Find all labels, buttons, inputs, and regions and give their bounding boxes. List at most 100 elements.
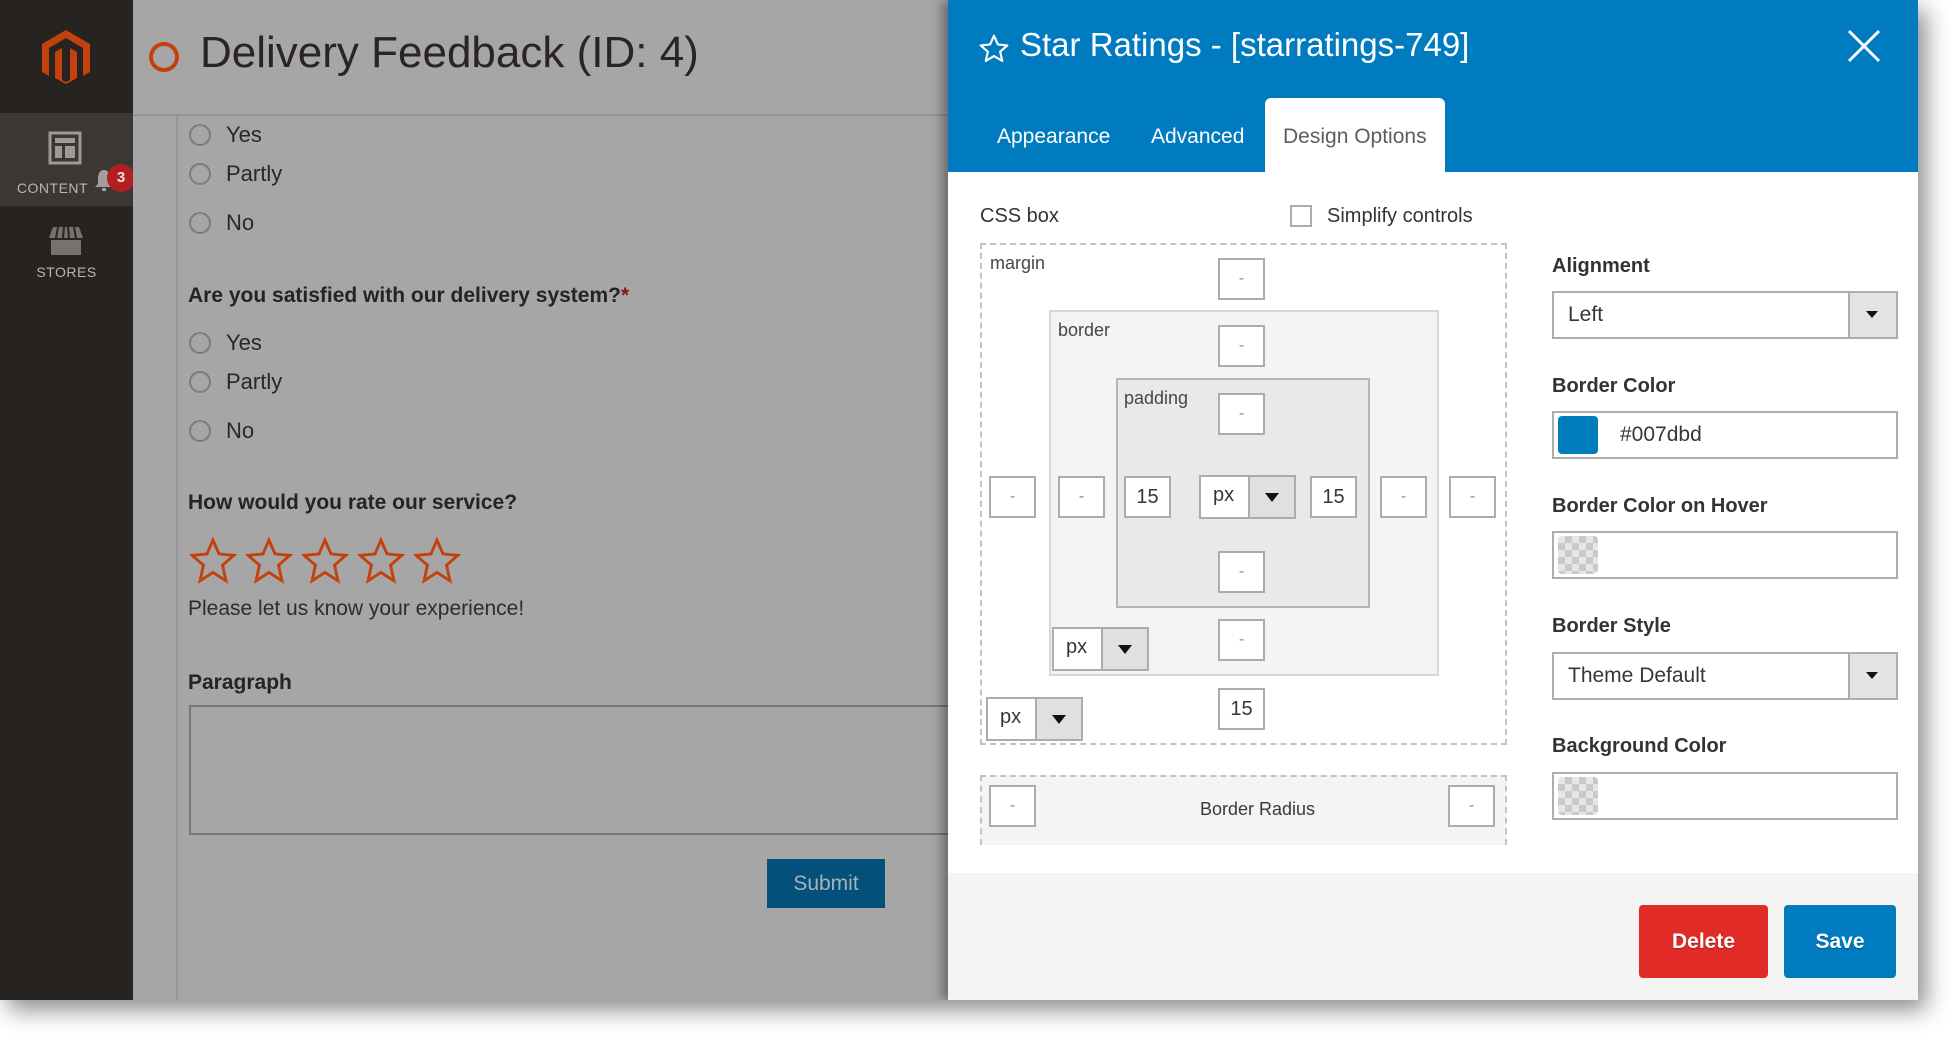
unit-value: px <box>1213 484 1235 506</box>
padding-unit-select[interactable]: px <box>1199 475 1296 519</box>
color-swatch[interactable] <box>1558 416 1598 454</box>
star-icon <box>979 34 1009 63</box>
rating-star-2[interactable] <box>244 536 294 586</box>
tab-advanced[interactable]: Advanced <box>1151 98 1244 172</box>
question-delivery-satisfaction: Are you satisfied with our delivery syst… <box>188 284 629 308</box>
border-color-label: Border Color <box>1552 375 1676 397</box>
background-color-input[interactable] <box>1552 772 1898 820</box>
chevron-down-icon <box>1265 493 1279 502</box>
radio-no[interactable] <box>189 420 211 442</box>
rating-helper-text: Please let us know your experience! <box>188 597 525 620</box>
border-radius-right-input[interactable]: - <box>1448 785 1495 827</box>
dropdown-arrow[interactable] <box>1101 629 1147 669</box>
border-style-label: Border Style <box>1552 615 1671 637</box>
radio-label: Partly <box>226 369 283 394</box>
padding-label: padding <box>1124 388 1189 408</box>
chevron-down-icon <box>1052 715 1066 724</box>
rating-star-1[interactable] <box>188 536 238 586</box>
radio-no[interactable] <box>189 212 211 234</box>
padding-left-input[interactable]: 15 <box>1124 476 1171 518</box>
border-color-hover-input[interactable] <box>1552 531 1898 579</box>
panel-title: Star Ratings - [starratings-749] <box>1020 26 1470 63</box>
radio-label: No <box>226 418 255 443</box>
dropdown-arrow[interactable] <box>1248 477 1294 517</box>
rating-star-3[interactable] <box>300 536 350 586</box>
required-marker: * <box>620 284 630 307</box>
submit-button[interactable]: Submit <box>767 859 885 908</box>
chevron-down-icon <box>1866 672 1878 679</box>
border-radius-label: Border Radius <box>1200 799 1316 819</box>
dropdown-arrow[interactable] <box>1848 654 1896 698</box>
background-color-label: Background Color <box>1552 735 1727 757</box>
margin-top-input[interactable]: - <box>1218 258 1265 300</box>
star-rating <box>188 536 478 586</box>
question-rating: How would you rate our service? <box>188 491 518 514</box>
border-unit-select[interactable]: px <box>1052 627 1149 671</box>
margin-right-input[interactable]: - <box>1449 476 1496 518</box>
border-bottom-input[interactable]: - <box>1218 619 1265 661</box>
element-settings-panel: Star Ratings - [starratings-749] Appeara… <box>948 0 1918 1000</box>
question-text: Are you satisfied with our delivery syst… <box>188 284 621 307</box>
unit-value: px <box>1000 706 1022 728</box>
page-title: Delivery Feedback (ID: 4) <box>200 28 699 77</box>
notification-badge[interactable]: 3 <box>107 164 135 192</box>
radio-label: Yes <box>226 330 262 355</box>
css-box-label: CSS box <box>980 205 1059 227</box>
sidebar-item-stores[interactable]: STORES <box>0 206 133 296</box>
border-color-input[interactable]: #007dbd <box>1552 411 1898 459</box>
close-icon[interactable] <box>1846 28 1882 64</box>
chevron-down-icon <box>1118 645 1132 654</box>
rating-star-4[interactable] <box>356 536 406 586</box>
delete-button[interactable]: Delete <box>1639 905 1768 978</box>
paragraph-label: Paragraph <box>188 671 292 694</box>
form-divider <box>176 116 178 1000</box>
tab-appearance[interactable]: Appearance <box>997 98 1110 172</box>
border-color-hover-label: Border Color on Hover <box>1552 495 1768 517</box>
app-window: CONTENT 3 STORES Delivery Feedback (ID: … <box>0 0 1918 1000</box>
panel-footer: Delete Save <box>948 873 1918 1000</box>
radio-partly[interactable] <box>189 371 211 393</box>
radio-yes[interactable] <box>189 332 211 354</box>
radio-label: No <box>226 210 255 235</box>
margin-bottom-input[interactable]: 15 <box>1218 688 1265 730</box>
alignment-value: Left <box>1568 303 1604 326</box>
border-color-value: #007dbd <box>1620 423 1702 446</box>
border-style-select[interactable]: Theme Default <box>1552 652 1898 700</box>
transparent-swatch[interactable] <box>1558 777 1598 815</box>
unit-value: px <box>1066 636 1088 658</box>
padding-top-input[interactable]: - <box>1218 393 1265 435</box>
alignment-select[interactable]: Left <box>1552 291 1898 339</box>
border-top-input[interactable]: - <box>1218 325 1265 367</box>
alignment-label: Alignment <box>1552 255 1650 277</box>
layout-icon <box>48 131 82 165</box>
border-label: border <box>1058 320 1111 340</box>
radio-partly[interactable] <box>189 163 211 185</box>
save-button[interactable]: Save <box>1784 905 1896 978</box>
panel-header: Star Ratings - [starratings-749] Appeara… <box>948 0 1918 172</box>
padding-right-input[interactable]: 15 <box>1310 476 1357 518</box>
border-style-value: Theme Default <box>1568 664 1706 687</box>
margin-label: margin <box>990 253 1046 273</box>
sidebar-item-label: STORES <box>36 264 97 280</box>
rating-star-5[interactable] <box>412 536 462 586</box>
radio-label: Yes <box>226 122 262 147</box>
transparent-swatch[interactable] <box>1558 536 1598 574</box>
admin-sidebar: CONTENT 3 STORES <box>0 0 135 1000</box>
simplify-controls-label[interactable]: Simplify controls <box>1327 205 1473 228</box>
margin-left-input[interactable]: - <box>989 476 1036 518</box>
dropdown-arrow[interactable] <box>1848 293 1896 337</box>
padding-bottom-input[interactable]: - <box>1218 551 1265 593</box>
border-radius-left-input[interactable]: - <box>989 785 1036 827</box>
margin-unit-select[interactable]: px <box>986 697 1083 741</box>
sidebar-item-content[interactable]: CONTENT <box>0 113 133 206</box>
loading-ring-icon <box>149 42 179 72</box>
dropdown-arrow[interactable] <box>1035 699 1081 739</box>
store-icon <box>49 226 83 255</box>
border-right-input[interactable]: - <box>1380 476 1427 518</box>
tab-design-options[interactable]: Design Options <box>1265 98 1445 172</box>
border-left-input[interactable]: - <box>1058 476 1105 518</box>
chevron-down-icon <box>1866 311 1878 318</box>
magento-logo-icon[interactable] <box>38 28 94 84</box>
simplify-controls-checkbox[interactable] <box>1290 205 1312 227</box>
radio-yes[interactable] <box>189 124 211 146</box>
